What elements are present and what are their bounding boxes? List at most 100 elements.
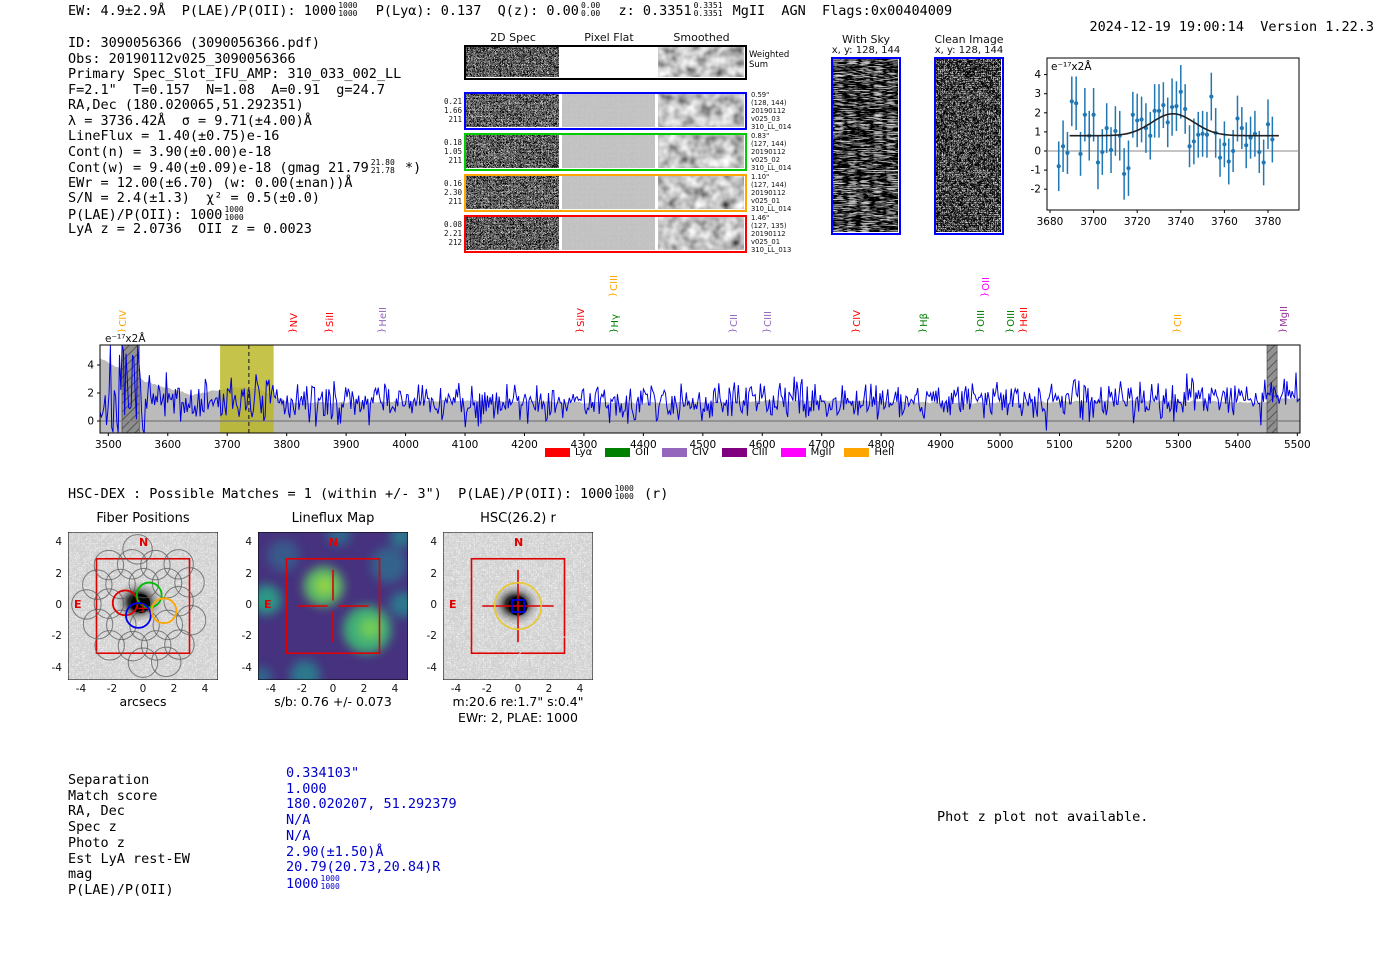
svg-text:4200: 4200 [511, 439, 538, 451]
legend-swatch [661, 448, 687, 457]
emission-line-label-SiII: SiII} [324, 311, 336, 334]
spec2d-image-noise [466, 135, 559, 168]
svg-text:3760: 3760 [1211, 216, 1238, 228]
info-line-10-text: S/N = 2.4(±1.3) χ² = 0.5(±0.0) [68, 190, 320, 206]
svg-text:3740: 3740 [1167, 216, 1194, 228]
match-table-label-1: Match score [68, 787, 158, 804]
match-table-value-6: 20.79(20.73,20.84)R [286, 859, 457, 876]
info-line-10: S/N = 2.4(±1.3) χ² = 0.5(±0.0) [68, 190, 421, 207]
match-table-label-7: P(LAE)/P(OII) [68, 881, 174, 898]
spec2d-image-flat [562, 94, 655, 127]
legend-label: MgII [810, 447, 832, 458]
report-header-meta: 2024-12-19 19:00:14 Version 1.22.3 [1057, 3, 1375, 51]
hsc-dex-text: HSC-DEX : Possible Matches = 1 (within +… [68, 486, 613, 502]
spec2d-row-right-label: 0.83" (127, 144) 20190112 v025_02 310_LL_014 [751, 132, 792, 172]
legend-swatch [605, 448, 631, 457]
spec2d-row [464, 133, 747, 171]
hsc-panel-image [443, 532, 593, 680]
spec2d-row-left-label: 0.16 2.30 211 [443, 179, 462, 206]
info-line-6-text: LineFlux = 1.40(±0.75)e-16 [68, 128, 280, 144]
line-fit-plot: -2 -1 0 1 2 3 4 3680 3700 3720 3740 3760 3780 e⁻¹⁷x2Å [1015, 46, 1315, 250]
info-line-7: Cont(n) = 3.90(±0.00)e-18 [68, 144, 421, 161]
svg-text:4: 4 [87, 360, 94, 372]
spec2d-image-noise [466, 176, 559, 209]
info-line-4-text: RA,Dec (180.020065,51.292351) [68, 97, 304, 113]
spec2d-row-left-label: 0.08 2.21 212 [443, 220, 462, 247]
cutout-ytick: 2 [55, 567, 62, 580]
match-table-label-4: Photo z [68, 834, 125, 851]
match-table-label-2: RA, Dec [68, 803, 125, 820]
svg-text:3700: 3700 [1080, 216, 1107, 228]
svg-text:5200: 5200 [1106, 439, 1133, 451]
match-value-4-text: N/A [286, 827, 311, 844]
spec2d-row-right-label: 1.46" (127, 135) 20190112 v025_01 310_LL_013 [751, 214, 792, 254]
match-table-value-5: 2.90(±1.50)Å [286, 844, 457, 861]
spec2d-row [464, 92, 747, 130]
emission-line-label-HeII: HeII} [377, 307, 389, 334]
legend-label: Lyα [575, 447, 593, 458]
spec2d-image-noise [466, 47, 559, 77]
legend-label: OII [635, 447, 649, 458]
fiber-panel-image [68, 532, 218, 680]
hsc-dex-text: (r) [635, 486, 669, 502]
spec2d-col-header-1: 2D Spec [490, 31, 536, 44]
legend-label: CIV [691, 447, 709, 458]
match-value-3-text: N/A [286, 812, 311, 829]
legend-label: HeII [874, 447, 895, 458]
emission-line-label-OIII: OIII} [975, 310, 987, 334]
north-label: N [139, 536, 149, 549]
svg-text:3700: 3700 [214, 439, 241, 451]
cutout-ytick: -2 [426, 630, 437, 643]
header-fraction: 1000 1000 [338, 1, 358, 18]
legend-item-MgII: MgII [780, 447, 832, 458]
match-table-value-4: N/A [286, 827, 457, 845]
legend-item-CIV: CIV [661, 447, 709, 458]
svg-text:4000: 4000 [392, 439, 419, 451]
emission-line-label-OII: OII} [980, 277, 992, 298]
emission-line-label-CIII: CIII} [608, 275, 620, 298]
hsc-cutout-title: HSC(26.2) r [480, 511, 556, 526]
match-value-1-text: 1.000 [286, 780, 327, 797]
spec2d-col-header-2: Pixel Flat [584, 31, 634, 44]
legend-item-HeII: HeII [844, 447, 894, 458]
info-line-5: λ = 3736.42Å σ = 9.71(±4.00)Å [68, 113, 421, 130]
svg-text:3500: 3500 [95, 439, 122, 451]
info-line-9: EWr = 12.00(±6.70) (w: 0.00(±nan))Å [68, 175, 421, 192]
svg-text:5300: 5300 [1165, 439, 1192, 451]
match-value-7-text: 1000 [286, 875, 319, 892]
svg-text:1: 1 [1034, 126, 1041, 138]
match-table-value-2: 180.020207, 51.292379 [286, 797, 457, 813]
info-line-11-fraction: 1000 1000 [224, 204, 244, 222]
spec2d-image-smooth [658, 217, 744, 250]
spec2d-col-header-3: Smoothed [673, 31, 730, 44]
spectrum-legend: Lyα OII CIV CIII MgII HeII [545, 447, 907, 458]
cutout-ytick: 2 [245, 567, 252, 580]
match-table-label-3: Spec z [68, 819, 117, 836]
photz-note: Phot z plot not available. [937, 809, 1149, 825]
cutout-ytick: 0 [430, 599, 437, 611]
info-line-2: Primary Spec_Slot_IFU_AMP: 310_033_002_L… [68, 66, 421, 83]
emission-line-label-HeII: HeII} [1018, 307, 1030, 334]
legend-swatch [780, 448, 806, 457]
svg-text:3680: 3680 [1037, 216, 1064, 228]
match-value-6-text: 20.79(20.73,20.84)R [286, 859, 441, 876]
cutout-ytick: -4 [426, 661, 437, 674]
match-value-7-fraction: 1000 1000 [320, 873, 340, 891]
match-value-0-text: 0.334103" [286, 765, 360, 781]
lineflux-panel-image [258, 532, 408, 680]
north-label: N [329, 536, 339, 549]
spec2d-row-left-label: 0.18 1.05 211 [443, 138, 462, 165]
svg-text:3900: 3900 [333, 439, 360, 451]
svg-text:5100: 5100 [1046, 439, 1073, 451]
svg-text:3: 3 [1034, 88, 1041, 100]
sky-panel-image [936, 59, 1001, 232]
match-table-label-5: Est LyA rest-EW [68, 850, 190, 867]
info-line-2-text: Primary Spec_Slot_IFU_AMP: 310_033_002_L… [68, 66, 402, 82]
svg-text:4: 4 [1034, 69, 1041, 81]
legend-item-Lyα: Lyα [545, 447, 592, 458]
svg-text:4900: 4900 [927, 439, 954, 451]
emission-line-label-CII: CII} [728, 314, 740, 334]
elixer-report: EW: 4.9±2.9Å P(LAE)/P(OII): 1000 1000 1000… [0, 0, 1400, 953]
info-line-11: P(LAE)/P(OII): 1000 1000 1000 [68, 204, 421, 222]
cutout-ytick: 0 [245, 599, 252, 611]
